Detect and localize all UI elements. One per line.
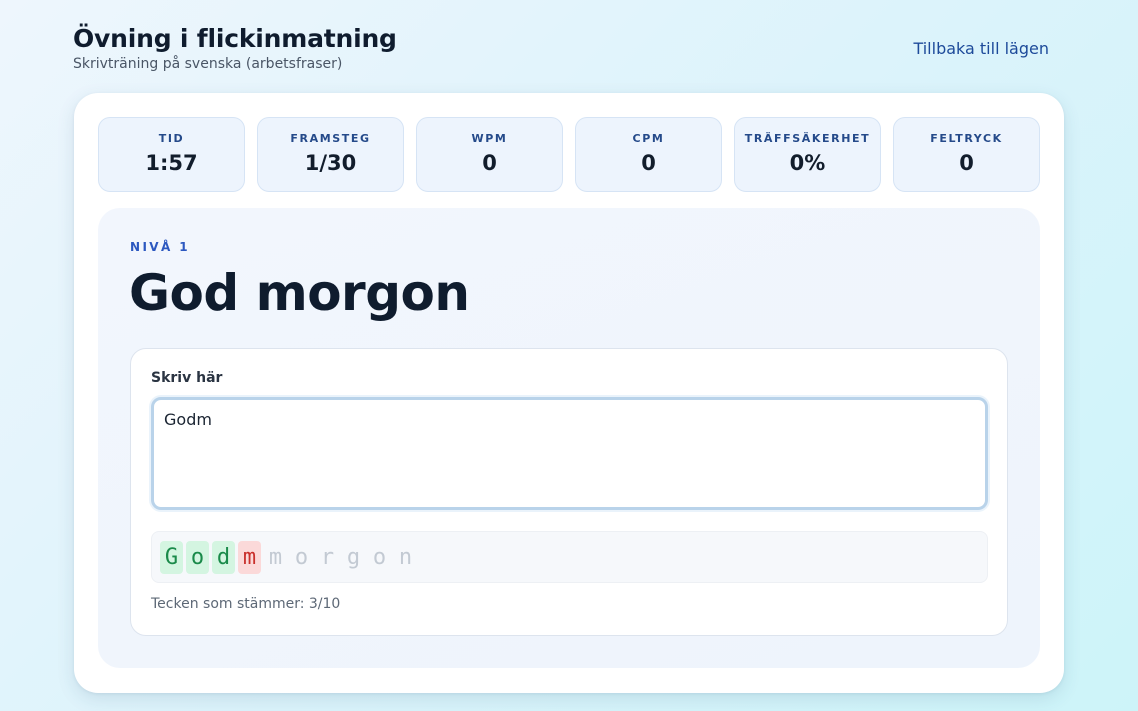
char-pending: g bbox=[346, 544, 361, 570]
char-ok: o bbox=[186, 540, 209, 574]
match-count: Tecken som stämmer: 3/10 bbox=[151, 596, 341, 612]
stat-value: 0% bbox=[789, 151, 826, 175]
page-subtitle: Skrivträning på svenska (arbetsfraser) bbox=[73, 56, 343, 72]
char-pending: m bbox=[268, 544, 283, 570]
stat-time: TID 1:57 bbox=[98, 117, 245, 192]
stat-value: 0 bbox=[959, 151, 974, 175]
target-phrase: God morgon bbox=[129, 264, 470, 322]
practice-area: NIVÅ 1 God morgon Skriv här Godmmorgon T… bbox=[98, 208, 1040, 668]
stat-label: WPM bbox=[471, 132, 508, 145]
stat-value: 1/30 bbox=[304, 151, 357, 175]
stat-misses: FELTRYCK 0 bbox=[893, 117, 1040, 192]
stats-bar: TID 1:57 FRAMSTEG 1/30 WPM 0 CPM 0 TRÄFF… bbox=[98, 117, 1040, 192]
input-label: Skriv här bbox=[151, 370, 223, 386]
stat-cpm: CPM 0 bbox=[575, 117, 722, 192]
practice-card: TID 1:57 FRAMSTEG 1/30 WPM 0 CPM 0 TRÄFF… bbox=[74, 93, 1064, 693]
stat-label: TRÄFFSÄKERHET bbox=[744, 132, 871, 145]
stat-label: FELTRYCK bbox=[930, 132, 1003, 145]
typing-input[interactable] bbox=[151, 397, 988, 510]
stat-wpm: WPM 0 bbox=[416, 117, 563, 192]
level-label: NIVÅ 1 bbox=[130, 240, 191, 254]
char-pending: o bbox=[372, 544, 387, 570]
char-pending: o bbox=[294, 544, 309, 570]
stat-accuracy: TRÄFFSÄKERHET 0% bbox=[734, 117, 881, 192]
page-title: Övning i flickinmatning bbox=[73, 24, 397, 53]
character-feedback: Godmmorgon bbox=[151, 531, 988, 583]
stat-progress: FRAMSTEG 1/30 bbox=[257, 117, 404, 192]
stat-label: CPM bbox=[632, 132, 665, 145]
stat-value: 0 bbox=[641, 151, 656, 175]
input-panel: Skriv här Godmmorgon Tecken som stämmer:… bbox=[130, 348, 1008, 636]
char-ok: G bbox=[160, 540, 183, 574]
stat-value: 0 bbox=[482, 151, 497, 175]
char-ok: d bbox=[212, 540, 235, 574]
stat-value: 1:57 bbox=[145, 151, 198, 175]
stat-label: FRAMSTEG bbox=[290, 132, 371, 145]
stat-label: TID bbox=[158, 132, 185, 145]
char-pending: r bbox=[320, 544, 335, 570]
back-to-modes-link[interactable]: Tillbaka till lägen bbox=[913, 39, 1049, 58]
char-bad: m bbox=[238, 540, 261, 574]
page-header: Övning i flickinmatning Skrivträning på … bbox=[73, 24, 1053, 78]
char-pending: n bbox=[398, 544, 413, 570]
